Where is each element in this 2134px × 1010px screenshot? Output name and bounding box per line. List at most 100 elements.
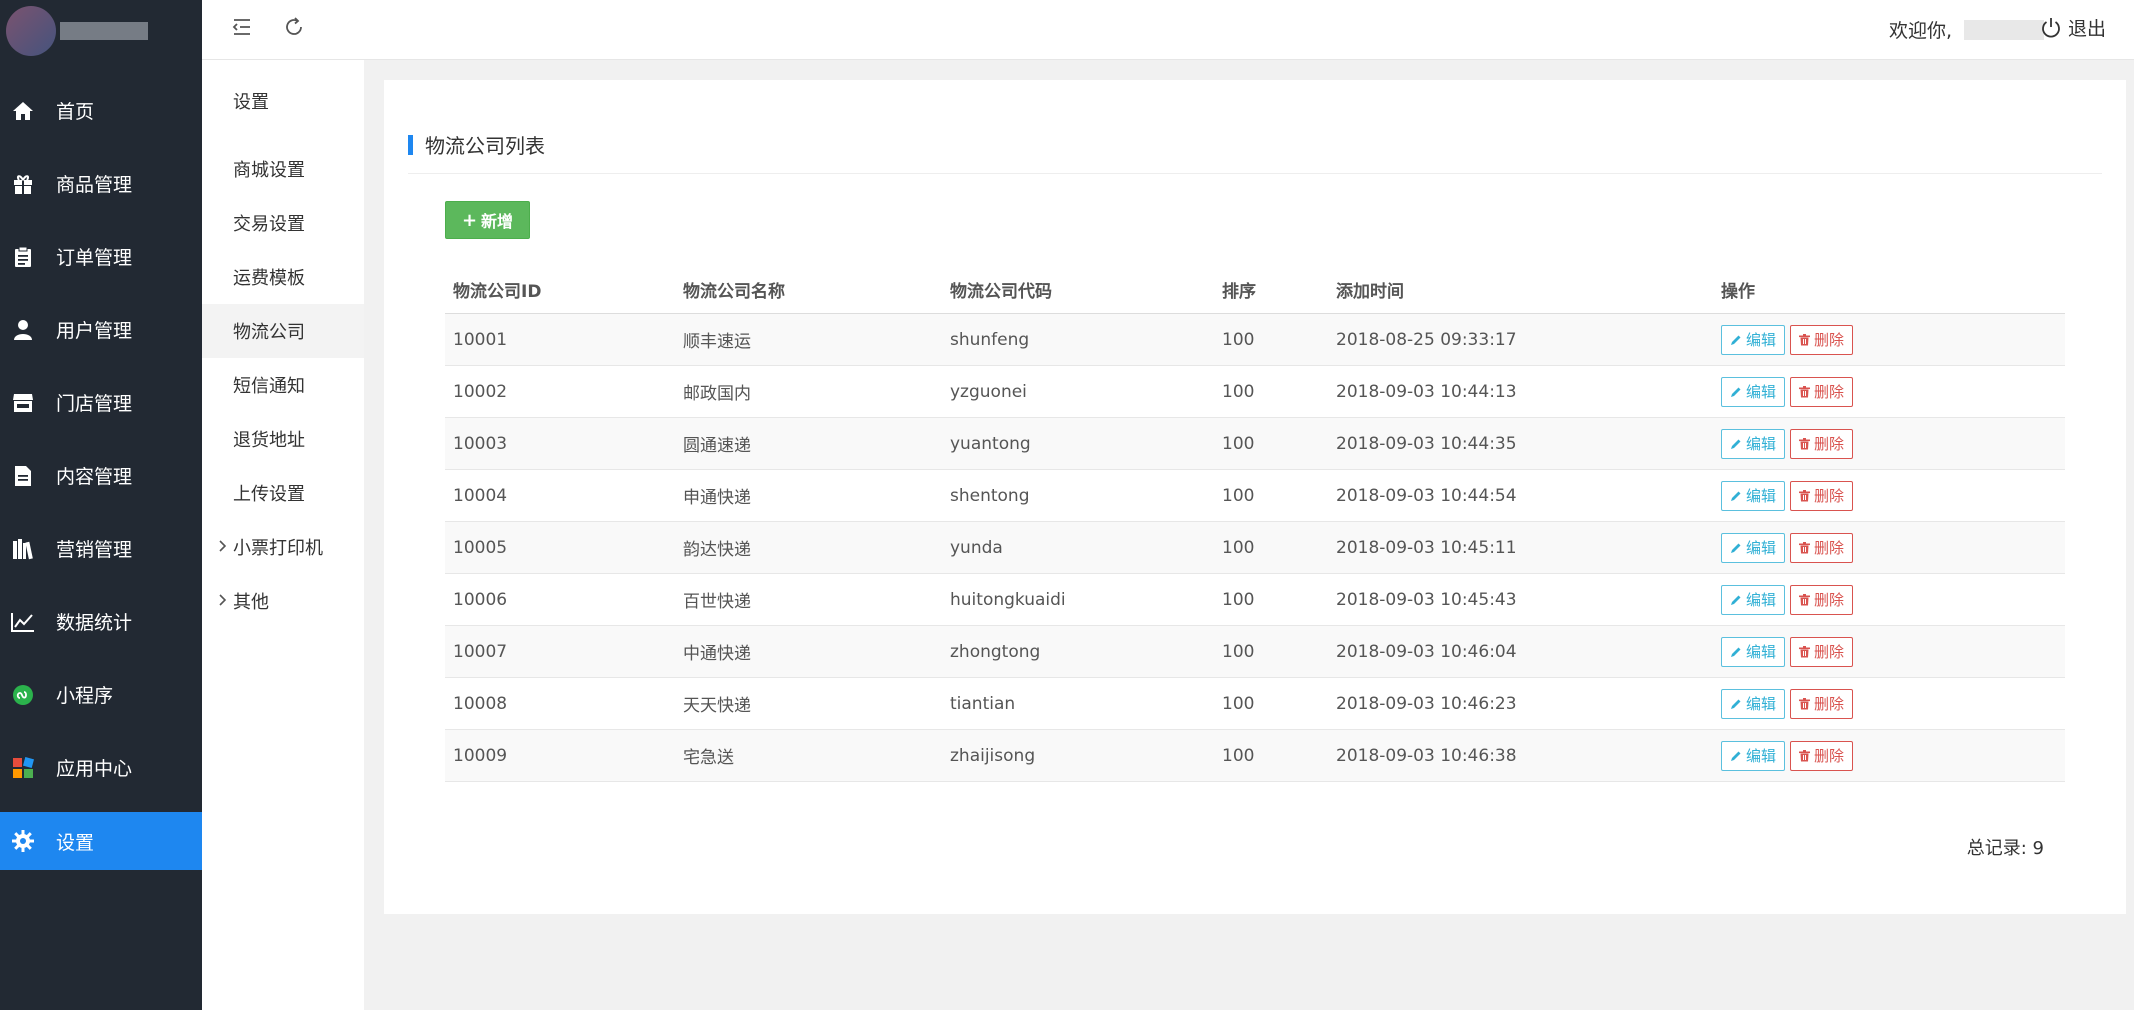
gift-icon [10,171,36,197]
edit-button[interactable]: 编辑 [1721,532,1786,563]
logo[interactable] [0,0,202,60]
nav-item-app-center[interactable]: 应用中心 [0,731,202,804]
cell-time: 2018-09-03 10:46:23 [1336,693,1517,714]
nav-label: 营销管理 [56,539,133,561]
submenu-item-logistics[interactable]: 物流公司 [202,304,364,358]
plus-icon: + [461,209,478,231]
delete-button[interactable]: 删除 [1790,428,1854,459]
nav-label: 应用中心 [56,758,133,780]
nav-label: 门店管理 [56,393,133,415]
nav-item-home[interactable]: 首页 [0,74,202,147]
cell-name: 韵达快递 [683,540,751,560]
nav-item-stores[interactable]: 门店管理 [0,366,202,439]
nav-item-mini-program[interactable]: 小程序 [0,658,202,731]
submenu-title: 设置 [233,92,269,113]
edit-label: 编辑 [1746,435,1777,453]
edit-button[interactable]: 编辑 [1721,636,1786,667]
cell-sort: 100 [1222,641,1255,662]
cell-name: 宅急送 [683,748,734,768]
delete-label: 删除 [1814,747,1845,765]
submenu-item-sms[interactable]: 短信通知 [202,358,364,412]
edit-button[interactable]: 编辑 [1721,428,1786,459]
nav-label: 首页 [56,101,95,123]
submenu-item-return-address[interactable]: 退货地址 [202,412,364,466]
delete-label: 删除 [1814,591,1845,609]
column-header-id: 物流公司ID [453,281,542,302]
submenu-item-trade-settings[interactable]: 交易设置 [202,196,364,250]
trash-icon [1799,437,1811,449]
cell-id: 10006 [453,589,508,610]
delete-button[interactable]: 删除 [1790,688,1854,719]
cell-actions: 编辑 删除 [1713,324,1858,355]
username-blurred [1964,19,2044,40]
delete-label: 删除 [1814,643,1845,661]
delete-label: 删除 [1814,539,1845,557]
cell-actions: 编辑 删除 [1713,376,1858,407]
cell-name: 中通快递 [683,644,751,664]
settings-submenu: 设置 商城设置 交易设置 运费模板 物流公司 短信通知 退货地址 上传设置 小票… [202,60,364,1010]
refresh-icon [286,17,302,35]
column-header-time: 添加时间 [1336,281,1404,302]
trash-icon [1799,645,1811,657]
cell-name: 邮政国内 [683,384,751,404]
nav-item-users[interactable]: 用户管理 [0,293,202,366]
nav-item-orders[interactable]: 订单管理 [0,220,202,293]
apps-icon [10,755,36,781]
edit-label: 编辑 [1746,383,1777,401]
submenu-label: 短信通知 [233,376,305,397]
chevron-right-icon [219,594,227,606]
cell-actions: 编辑 删除 [1713,532,1858,563]
cell-time: 2018-08-25 09:33:17 [1336,329,1517,350]
cell-code: yunda [950,537,1003,558]
delete-button[interactable]: 删除 [1790,740,1854,771]
nav-item-statistics[interactable]: 数据统计 [0,585,202,658]
nav-item-content[interactable]: 内容管理 [0,439,202,512]
submenu-label: 交易设置 [233,214,305,235]
submenu-item-mall-settings[interactable]: 商城设置 [202,142,364,196]
power-icon [2042,17,2060,38]
delete-button[interactable]: 删除 [1790,584,1854,615]
submenu-item-other[interactable]: 其他 [202,574,364,628]
add-label: 新增 [481,212,514,231]
nav-label: 商品管理 [56,174,133,196]
cell-id: 10008 [453,693,508,714]
delete-button[interactable]: 删除 [1790,324,1854,355]
submenu-item-upload-settings[interactable]: 上传设置 [202,466,364,520]
delete-button[interactable]: 删除 [1790,376,1854,407]
edit-button[interactable]: 编辑 [1721,584,1786,615]
cell-actions: 编辑 删除 [1713,480,1858,511]
edit-button[interactable]: 编辑 [1721,376,1786,407]
delete-button[interactable]: 删除 [1790,636,1854,667]
cell-actions: 编辑 删除 [1713,428,1858,459]
cell-name: 申通快递 [683,488,751,508]
cell-time: 2018-09-03 10:45:11 [1336,537,1517,558]
user-icon [10,317,36,343]
nav-item-settings[interactable]: 设置 [0,812,202,870]
refresh-button[interactable] [282,15,310,43]
home-icon [10,98,36,124]
nav-item-marketing[interactable]: 营销管理 [0,512,202,585]
delete-button[interactable]: 删除 [1790,532,1854,563]
edit-label: 编辑 [1746,539,1777,557]
add-button[interactable]: + 新增 [445,201,530,239]
submenu-item-shipping-template[interactable]: 运费模板 [202,250,364,304]
delete-button[interactable]: 删除 [1790,480,1854,511]
trash-icon [1799,489,1811,501]
nav-label: 内容管理 [56,466,133,488]
submenu-label: 运费模板 [233,268,305,289]
edit-button[interactable]: 编辑 [1721,740,1786,771]
edit-button[interactable]: 编辑 [1721,688,1786,719]
submenu-item-receipt-printer[interactable]: 小票打印机 [202,520,364,574]
cell-time: 2018-09-03 10:44:35 [1336,433,1517,454]
collapse-menu-button[interactable] [230,15,258,43]
table-row: 10005 韵达快递 yunda 100 2018-09-03 10:45:11 编辑 删除 [445,522,2065,574]
nav-label: 订单管理 [56,247,133,269]
nav-item-products[interactable]: 商品管理 [0,147,202,220]
edit-button[interactable]: 编辑 [1721,324,1786,355]
edit-button[interactable]: 编辑 [1721,480,1786,511]
logout-button[interactable]: 退出 [2040,14,2106,41]
pencil-icon [1731,543,1741,553]
trash-icon [1799,385,1811,397]
cell-code: huitongkuaidi [950,589,1066,610]
cell-id: 10004 [453,485,508,506]
